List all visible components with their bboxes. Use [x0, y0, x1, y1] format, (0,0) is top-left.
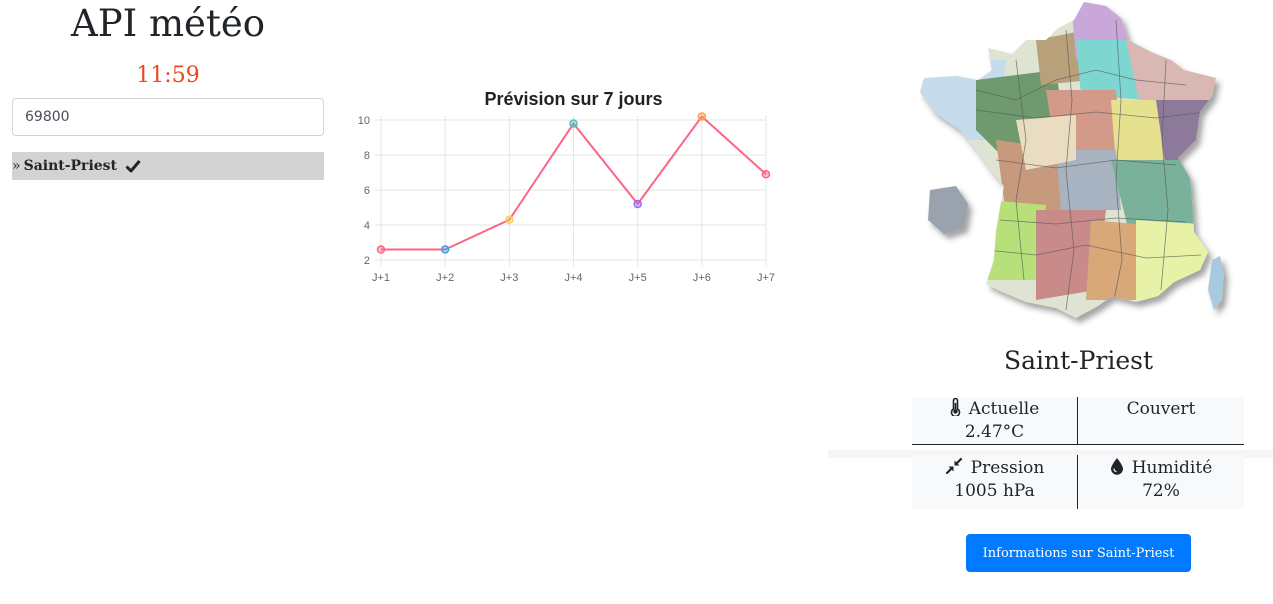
condition-cell: Couvert — [1078, 397, 1244, 445]
droplet-icon — [1110, 458, 1123, 475]
city-name: Saint-Priest — [1003, 346, 1154, 375]
chart-title: Prévision sur 7 jours — [484, 89, 662, 109]
y-tick-label: 4 — [364, 220, 370, 232]
check-icon — [125, 160, 141, 173]
condition-label: Couvert — [1126, 399, 1196, 419]
y-tick-label: 2 — [364, 255, 370, 267]
city-info-button[interactable]: Informations sur Saint-Priest — [966, 534, 1191, 572]
zip-code-input[interactable] — [12, 98, 324, 136]
app-title: API météo — [70, 2, 265, 45]
data-point — [440, 245, 450, 254]
current-label: Actuelle — [968, 399, 1040, 419]
data-point — [505, 215, 514, 224]
pressure-cell: Pression 1005 hPa — [912, 455, 1078, 509]
x-tick-label: J+3 — [500, 272, 518, 284]
data-point — [633, 199, 642, 209]
result-prefix: » — [12, 158, 21, 174]
y-tick-label: 10 — [358, 115, 370, 127]
pressure-value: 1005 hPa — [954, 481, 1035, 501]
data-point — [697, 112, 707, 121]
y-tick-label: 8 — [364, 150, 370, 162]
compress-arrows-icon — [945, 457, 962, 475]
search-panel: API météo 11:59 » Saint-Priest — [12, 0, 324, 180]
x-tick-label: J+4 — [564, 272, 582, 284]
data-point — [376, 245, 386, 254]
humidity-cell: Humidité 72% — [1078, 455, 1244, 509]
france-map — [920, 2, 1224, 318]
y-tick-label: 6 — [364, 185, 370, 197]
x-tick-label: J+7 — [757, 272, 775, 284]
city-result-item[interactable]: » Saint-Priest — [12, 152, 324, 180]
x-tick-label: J+6 — [693, 272, 711, 284]
humidity-value: 72% — [1142, 481, 1180, 501]
weather-panel: Saint-Priest Actuelle 2.47°C Couvert Pre… — [828, 0, 1273, 604]
thermometer-icon — [950, 398, 960, 416]
result-city-label: Saint-Priest — [23, 158, 118, 174]
weather-grid: Actuelle 2.47°C Couvert Pression 1005 hP… — [912, 397, 1245, 509]
x-tick-label: J+1 — [372, 272, 390, 284]
pressure-label: Pression — [970, 458, 1045, 478]
current-value: 2.47°C — [964, 422, 1025, 442]
forecast-chart-svg: Prévision sur 7 jours 2 4 6 8 10 J+1 J+2 J+3 J+4 J… — [358, 89, 775, 284]
data-point — [761, 170, 771, 179]
clock: 11:59 — [136, 63, 200, 88]
current-temperature-cell: Actuelle 2.47°C — [912, 397, 1078, 445]
x-tick-label: J+5 — [629, 272, 647, 284]
x-tick-label: J+2 — [436, 272, 454, 284]
humidity-label: Humidité — [1131, 458, 1213, 478]
data-point — [569, 119, 578, 128]
forecast-chart: Prévision sur 7 jours 2 4 6 8 10 J+1 J+2 J+3 J+4 J… — [345, 80, 785, 300]
